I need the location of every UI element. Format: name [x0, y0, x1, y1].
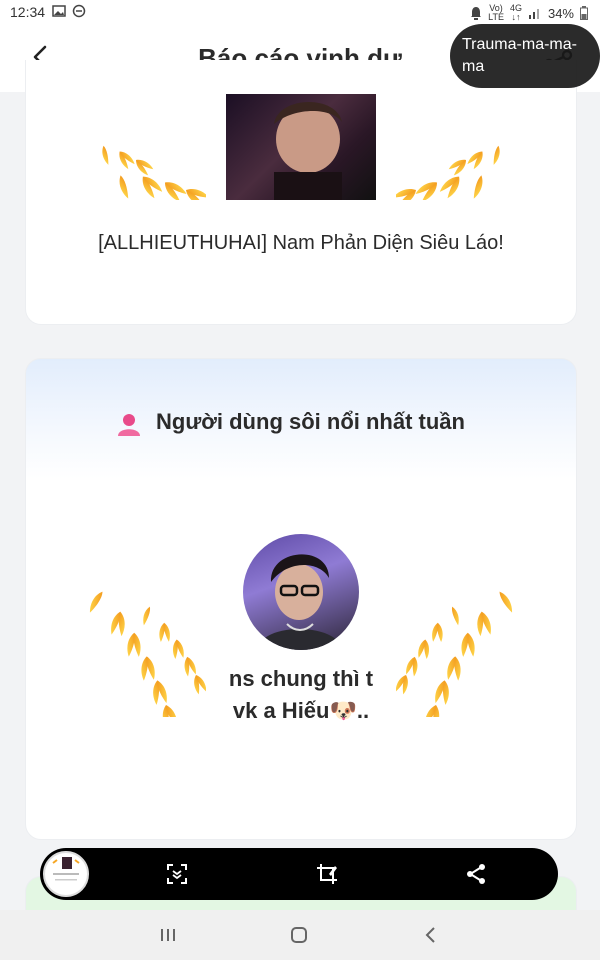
gallery-icon [52, 5, 66, 17]
system-nav-bar [0, 910, 600, 960]
username-line-2: vk a Hiếu🐶.. [232, 698, 370, 723]
dnd-icon [72, 4, 86, 18]
story-title[interactable]: [ALLHIEUTHUHAI] Nam Phản Diện Siêu Láo! [26, 232, 576, 255]
laurel-left-icon [98, 145, 206, 200]
username[interactable]: ns chung thì t vk a Hiếu🐶.. [26, 663, 576, 727]
username-line-1: ns chung thì t [228, 666, 374, 691]
section-title: Người dùng sôi nổi nhất tuần [156, 409, 465, 434]
story-honor-card: [ALLHIEUTHUHAI] Nam Phản Diện Siêu Láo! [25, 60, 577, 325]
battery-icon [580, 6, 588, 20]
screenshot-thumbnail[interactable] [43, 851, 89, 897]
signal-icon [528, 9, 539, 19]
status-time: 12:34 [10, 4, 46, 20]
avatar[interactable] [243, 534, 359, 650]
screenshot-toolbar [40, 848, 558, 900]
share-icon[interactable] [464, 862, 488, 886]
battery-percent: 34% [547, 5, 574, 21]
story-cover-image[interactable] [226, 94, 376, 200]
crop-icon[interactable] [315, 862, 339, 886]
laurel-right-icon [396, 145, 504, 200]
alarm-icon [471, 7, 482, 20]
recent-apps-icon[interactable] [156, 923, 180, 947]
volte-indicator: Vo) LTE [488, 3, 504, 22]
active-user-card: Người dùng sôi nổi nhất tuần ns chung th… [25, 358, 577, 840]
user-icon [118, 414, 140, 436]
floating-notification[interactable]: Trauma-ma-ma-ma [450, 24, 600, 88]
scan-icon[interactable] [165, 862, 189, 886]
back-icon[interactable] [419, 923, 443, 947]
home-icon[interactable] [287, 923, 311, 947]
status-bar: 12:34 Vo) LTE 4G ↓↑ 34% [0, 0, 600, 26]
network-4g-indicator: 4G ↓↑ [509, 3, 522, 22]
